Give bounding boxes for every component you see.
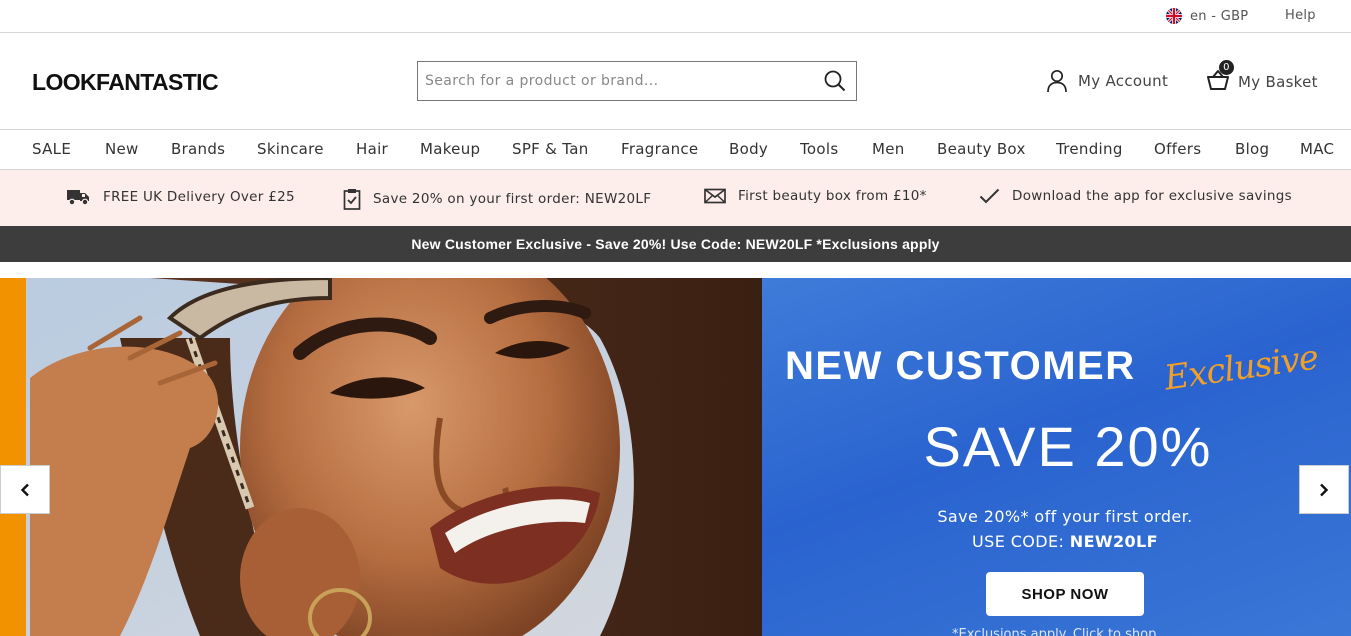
nav-item-offers[interactable]: Offers — [1154, 140, 1201, 158]
hero-subtext: Save 20%* off your first order. USE CODE… — [762, 504, 1351, 554]
hero-subtext-line2: USE CODE: NEW20LF — [762, 529, 1351, 554]
hero-subtext-line1: Save 20%* off your first order. — [937, 507, 1193, 526]
nav-item-hair[interactable]: Hair — [356, 140, 388, 158]
basket-icon-wrap: 0 — [1206, 60, 1234, 95]
usp-beauty-box[interactable]: First beauty box from £10* — [704, 188, 927, 204]
hero-headline: NEW CUSTOMER — [785, 344, 1136, 388]
usp-bar: FREE UK Delivery Over £25 Save 20% on yo… — [0, 170, 1351, 226]
site-logo[interactable]: LOOKFANTASTIC — [32, 69, 219, 96]
usp-delivery-text: FREE UK Delivery Over £25 — [103, 189, 295, 205]
nav-item-men[interactable]: Men — [872, 140, 905, 158]
promo-strip[interactable]: New Customer Exclusive - Save 20%! Use C… — [0, 226, 1351, 262]
my-basket-label: My Basket — [1238, 73, 1318, 91]
hero-code-prefix: USE CODE: — [972, 532, 1070, 551]
nav-item-body[interactable]: Body — [729, 140, 768, 158]
clipboard-check-icon — [343, 188, 361, 210]
locale-selector[interactable]: en - GBP — [1166, 8, 1248, 24]
checkmark-icon — [979, 188, 1000, 204]
hero-promo-code: NEW20LF — [1069, 532, 1158, 551]
hero-carousel: NEW CUSTOMER Exclusive SAVE 20% Save 20%… — [0, 278, 1351, 636]
carousel-prev-button[interactable] — [0, 465, 50, 514]
shop-now-button[interactable]: SHOP NOW — [986, 572, 1144, 616]
search-input[interactable] — [418, 62, 814, 100]
usp-first-order[interactable]: Save 20% on your first order: NEW20LF — [343, 188, 651, 210]
help-link[interactable]: Help — [1285, 8, 1316, 23]
carousel-next-button[interactable] — [1299, 465, 1349, 514]
nav-item-sale[interactable]: SALE — [32, 140, 71, 158]
site-header: LOOKFANTASTIC My Account 0 My Basket — [0, 33, 1351, 130]
search-bar — [417, 61, 857, 101]
usp-beauty-box-text: First beauty box from £10* — [738, 188, 927, 204]
my-account-link[interactable]: My Account — [1046, 69, 1168, 93]
usp-delivery[interactable]: FREE UK Delivery Over £25 — [66, 188, 295, 206]
promo-strip-text: New Customer Exclusive - Save 20%! Use C… — [411, 236, 940, 252]
envelope-icon — [704, 188, 726, 204]
usp-app[interactable]: Download the app for exclusive savings — [979, 188, 1292, 204]
my-account-label: My Account — [1078, 72, 1169, 90]
usp-first-order-text: Save 20% on your first order: NEW20LF — [373, 191, 652, 207]
locale-label: en - GBP — [1190, 8, 1249, 24]
search-icon — [824, 70, 846, 92]
nav-item-tools[interactable]: Tools — [800, 140, 838, 158]
my-basket-link[interactable]: 0 My Basket — [1206, 60, 1318, 95]
nav-item-trending[interactable]: Trending — [1056, 140, 1123, 158]
hero-model-image[interactable] — [0, 278, 762, 636]
nav-item-blog[interactable]: Blog — [1235, 140, 1269, 158]
truck-icon — [66, 188, 91, 206]
nav-item-new[interactable]: New — [105, 140, 139, 158]
main-nav: SALE New Brands Skincare Hair Makeup SPF… — [0, 130, 1351, 170]
user-icon — [1047, 69, 1067, 93]
nav-item-skincare[interactable]: Skincare — [257, 140, 324, 158]
basket-count-badge: 0 — [1219, 60, 1234, 75]
nav-item-fragrance[interactable]: Fragrance — [621, 140, 698, 158]
hero-fine-print[interactable]: *Exclusions apply. Click to shop — [952, 627, 1156, 636]
nav-item-makeup[interactable]: Makeup — [420, 140, 480, 158]
chevron-right-icon — [1320, 483, 1329, 496]
hero-script-text: Exclusive — [1161, 337, 1321, 399]
search-button[interactable] — [814, 62, 856, 100]
hero-promo-panel[interactable]: NEW CUSTOMER Exclusive SAVE 20% Save 20%… — [762, 278, 1351, 636]
nav-item-mac[interactable]: MAC — [1300, 140, 1334, 158]
hero-save-text: SAVE 20% — [923, 415, 1213, 478]
nav-item-spf-tan[interactable]: SPF & Tan — [512, 140, 589, 158]
usp-app-text: Download the app for exclusive savings — [1012, 188, 1292, 204]
uk-flag-icon — [1166, 8, 1182, 24]
utility-bar: en - GBP Help — [0, 0, 1351, 33]
nav-item-brands[interactable]: Brands — [171, 140, 225, 158]
nav-item-beauty-box[interactable]: Beauty Box — [937, 140, 1026, 158]
chevron-left-icon — [20, 483, 29, 496]
